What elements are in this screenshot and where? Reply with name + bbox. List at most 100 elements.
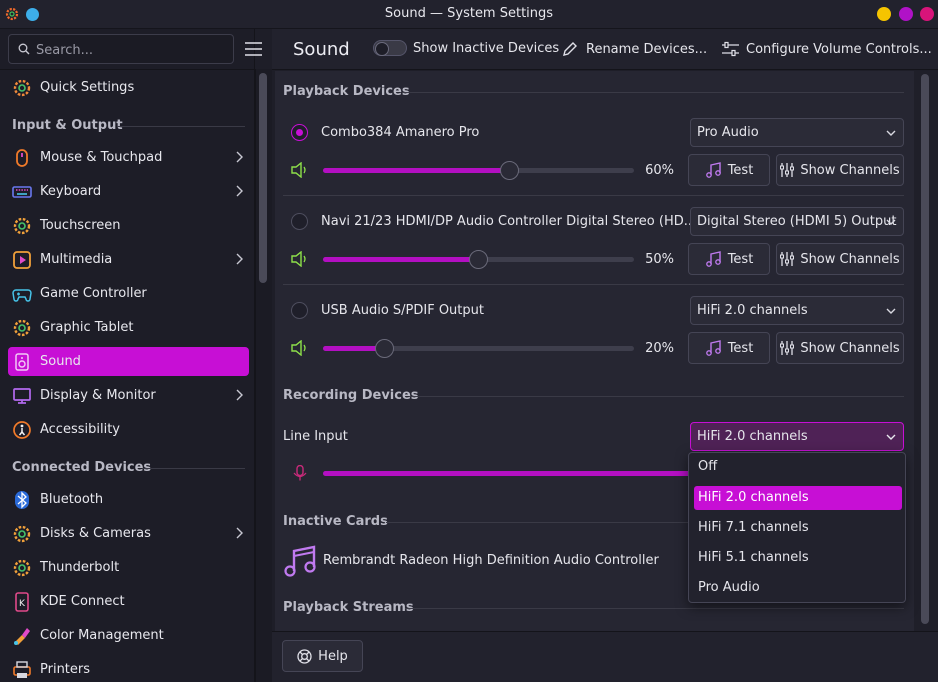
volume-slider-fill [323, 168, 510, 173]
dropdown-option[interactable]: Pro Audio [694, 576, 902, 600]
main-scrollbar-thumb[interactable] [921, 74, 929, 624]
search-input[interactable] [36, 41, 226, 59]
chevron-down-icon [886, 219, 896, 225]
section-divider [402, 92, 904, 93]
main-scrollbar[interactable] [914, 71, 938, 631]
rename-devices-label: Rename Devices... [586, 41, 708, 57]
title-bar: Sound — System Settings [0, 0, 938, 29]
sidebar-item-label: Graphic Tablet [40, 320, 134, 335]
sidebar-item-accessibility[interactable]: Accessibility [8, 415, 249, 444]
device-profile-combo[interactable]: Pro Audio [690, 118, 904, 147]
section-divider [409, 396, 904, 397]
show-channels-button[interactable]: Show Channels [776, 243, 904, 275]
show-inactive-devices-toggle[interactable]: Show Inactive Devices [373, 40, 559, 56]
volume-percent: 50% [645, 252, 674, 267]
volume-icon[interactable] [291, 340, 309, 356]
rename-devices-button[interactable]: Rename Devices... [562, 41, 707, 57]
thunderbolt-icon [11, 557, 33, 579]
device-default-radio[interactable] [291, 213, 308, 230]
dropdown-option[interactable]: HiFi 5.1 channels [694, 546, 902, 570]
volume-slider[interactable] [323, 339, 634, 358]
toggle-switch[interactable] [373, 40, 407, 56]
graphic-tablet-icon [11, 317, 33, 339]
sidebar-item-thunderbolt[interactable]: Thunderbolt [8, 553, 249, 582]
volume-slider-handle[interactable] [469, 250, 488, 269]
section-divider [386, 522, 688, 523]
sidebar-item-label: Quick Settings [40, 80, 135, 95]
close-button[interactable] [920, 7, 934, 21]
volume-slider[interactable] [323, 161, 634, 180]
sidebar-item-touchscreen[interactable]: Touchscreen [8, 211, 249, 240]
sidebar-scrollbar-thumb[interactable] [259, 73, 267, 283]
recording-profile-combo[interactable]: HiFi 2.0 channels [690, 422, 904, 451]
sidebar-item-quick-settings[interactable]: Quick Settings [8, 73, 249, 102]
recording-devices-heading: Recording Devices [283, 388, 419, 403]
sidebar-item-display[interactable]: Display & Monitor [8, 381, 249, 410]
show-channels-button[interactable]: Show Channels [776, 154, 904, 186]
dropdown-option[interactable]: Off [694, 455, 902, 479]
volume-slider-fill [323, 257, 479, 262]
hamburger-menu-icon[interactable] [245, 42, 262, 56]
audio-card-icon [284, 545, 316, 577]
volume-percent: 20% [645, 341, 674, 356]
music-note-icon [705, 251, 721, 267]
maximize-button[interactable] [899, 7, 913, 21]
combo-value: HiFi 2.0 channels [697, 429, 808, 444]
device-profile-combo[interactable]: HiFi 2.0 channels [690, 296, 904, 325]
test-button[interactable]: Test [688, 243, 770, 275]
show-channels-button[interactable]: Show Channels [776, 332, 904, 364]
touchscreen-icon [11, 215, 33, 237]
dropdown-option[interactable]: HiFi 2.0 channels [694, 486, 902, 510]
sidebar-item-mouse[interactable]: Mouse & Touchpad [8, 143, 249, 172]
volume-slider-fill [323, 471, 693, 476]
help-label: Help [318, 648, 348, 664]
minimize-button[interactable] [877, 7, 891, 21]
volume-slider-handle[interactable] [500, 161, 519, 180]
dropdown-option[interactable]: HiFi 7.1 channels [694, 516, 902, 540]
search-box[interactable] [8, 34, 234, 64]
sidebar-item-kde-connect[interactable]: K KDE Connect [8, 587, 249, 616]
sidebar-item-label: Bluetooth [40, 492, 104, 507]
chevron-down-icon [886, 434, 896, 440]
sidebar-item-disks[interactable]: Disks & Cameras [8, 519, 249, 548]
volume-slider[interactable] [323, 250, 634, 269]
sidebar-item-label: Printers [40, 662, 91, 677]
chevron-right-icon [236, 527, 243, 539]
section-heading-connected-devices: Connected Devices [12, 460, 152, 475]
sidebar-item-color-management[interactable]: Color Management [8, 621, 249, 650]
music-note-icon [705, 162, 721, 178]
device-profile-combo[interactable]: Digital Stereo (HDMI 5) Output [690, 207, 904, 236]
sidebar-item-sound[interactable]: Sound [8, 347, 249, 376]
game-controller-icon [11, 283, 33, 305]
sidebar-item-printers[interactable]: Printers [8, 655, 249, 682]
show-channels-label: Show Channels [800, 251, 900, 267]
device-default-radio[interactable] [291, 124, 308, 141]
sidebar-item-keyboard[interactable]: Keyboard [8, 177, 249, 206]
chevron-right-icon [236, 253, 243, 265]
microphone-icon[interactable] [291, 465, 309, 481]
recording-volume-slider[interactable] [323, 471, 693, 476]
configure-volume-controls-button[interactable]: Configure Volume Controls... [722, 41, 932, 57]
volume-slider-handle[interactable] [375, 339, 394, 358]
inactive-card-name: Rembrandt Radeon High Definition Audio C… [323, 553, 659, 568]
svg-text:K: K [19, 599, 26, 609]
volume-icon[interactable] [291, 251, 309, 267]
device-default-radio[interactable] [291, 302, 308, 319]
device-name: Combo384 Amanero Pro [321, 125, 480, 140]
sidebar-item-multimedia[interactable]: Multimedia [8, 245, 249, 274]
sidebar-item-game-controller[interactable]: Game Controller [8, 279, 249, 308]
sidebar-item-bluetooth[interactable]: Bluetooth [8, 485, 249, 514]
help-button[interactable]: Help [282, 640, 363, 672]
sidebar-item-graphic-tablet[interactable]: Graphic Tablet [8, 313, 249, 342]
footer: Help [272, 631, 938, 682]
device-name: Line Input [283, 429, 348, 444]
section-divider [142, 468, 245, 469]
color-management-icon [11, 625, 33, 647]
test-button[interactable]: Test [688, 154, 770, 186]
page-title: Sound [293, 39, 350, 60]
help-icon [297, 648, 312, 664]
test-button[interactable]: Test [688, 332, 770, 364]
sidebar-item-label: Sound [40, 354, 81, 369]
test-label: Test [727, 162, 754, 178]
volume-icon[interactable] [291, 162, 309, 178]
